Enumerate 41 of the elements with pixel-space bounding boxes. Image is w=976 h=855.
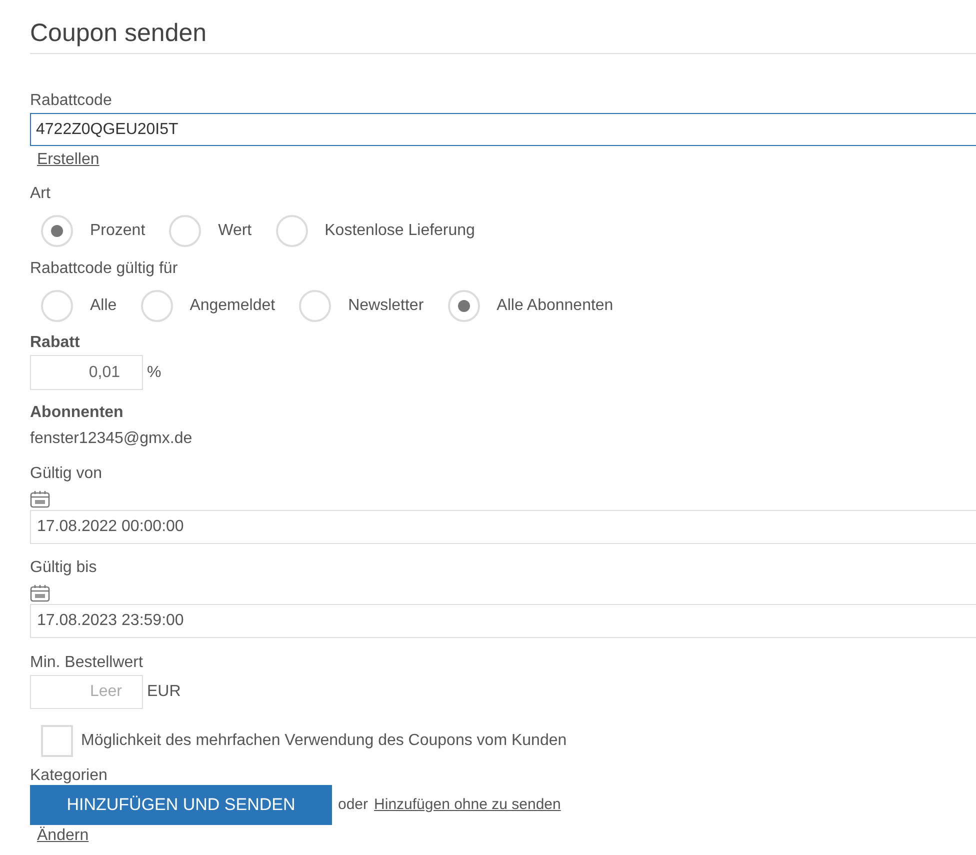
unit-label: % bbox=[147, 362, 162, 382]
field-label: Gültig von bbox=[30, 464, 104, 484]
discount-field[interactable]: 0,01 bbox=[30, 355, 143, 390]
date-field[interactable]: 17.08.2023 23:59:00 bbox=[30, 604, 976, 638]
field-label: Kategorien bbox=[30, 766, 108, 786]
input-field[interactable]: 4722Z0QGEU20I5T bbox=[30, 113, 976, 146]
radio-button[interactable] bbox=[276, 215, 308, 247]
create-link[interactable]: Erstellen bbox=[37, 148, 100, 172]
checkbox[interactable] bbox=[41, 725, 73, 757]
radio-button[interactable] bbox=[299, 290, 332, 322]
radio-label: Alle bbox=[90, 296, 117, 316]
radio-label: Alle Abonnenten bbox=[496, 296, 614, 316]
add-without-send-link[interactable]: Hinzufügen ohne zu senden bbox=[374, 794, 561, 816]
radio-button[interactable] bbox=[448, 290, 480, 322]
page-title: Coupon senden bbox=[30, 18, 208, 49]
change-link[interactable]: Ändern bbox=[37, 826, 89, 846]
radio-label: Angemeldet bbox=[190, 296, 276, 316]
field-label: Rabattcode gültig für bbox=[30, 259, 179, 279]
field-label: Rabattcode bbox=[30, 91, 113, 111]
field-label: Min. Bestellwert bbox=[30, 653, 144, 673]
unit-label: EUR bbox=[147, 682, 181, 702]
radio-label: Kostenlose Lieferung bbox=[324, 221, 475, 241]
field-label: Art bbox=[30, 184, 52, 204]
field-label: Abonnenten bbox=[30, 403, 124, 423]
subscriber-email: fenster12345@gmx.de bbox=[30, 429, 194, 449]
field-label: Rabatt bbox=[30, 333, 81, 353]
radio-button[interactable] bbox=[41, 290, 73, 322]
calendar-icon[interactable] bbox=[30, 584, 50, 602]
or-text: oder bbox=[338, 794, 368, 815]
date-field[interactable]: 17.08.2022 00:00:00 bbox=[30, 510, 976, 544]
radio-button[interactable] bbox=[169, 215, 202, 247]
radio-label: Prozent bbox=[90, 221, 146, 241]
radio-button[interactable] bbox=[140, 290, 173, 322]
radio-label: Wert bbox=[218, 221, 252, 241]
add-and-send-button[interactable]: HINZUFÜGEN UND SENDEN bbox=[30, 785, 332, 825]
field-label: Gültig bis bbox=[30, 558, 98, 578]
checkbox-label: Möglichkeit des mehrfachen Verwendung des Coupons vom Kunden bbox=[81, 731, 567, 751]
radio-button[interactable] bbox=[41, 215, 73, 247]
calendar-icon[interactable] bbox=[30, 490, 50, 508]
min-order-field[interactable]: Leer bbox=[30, 675, 143, 709]
radio-label: Newsletter bbox=[348, 296, 424, 316]
